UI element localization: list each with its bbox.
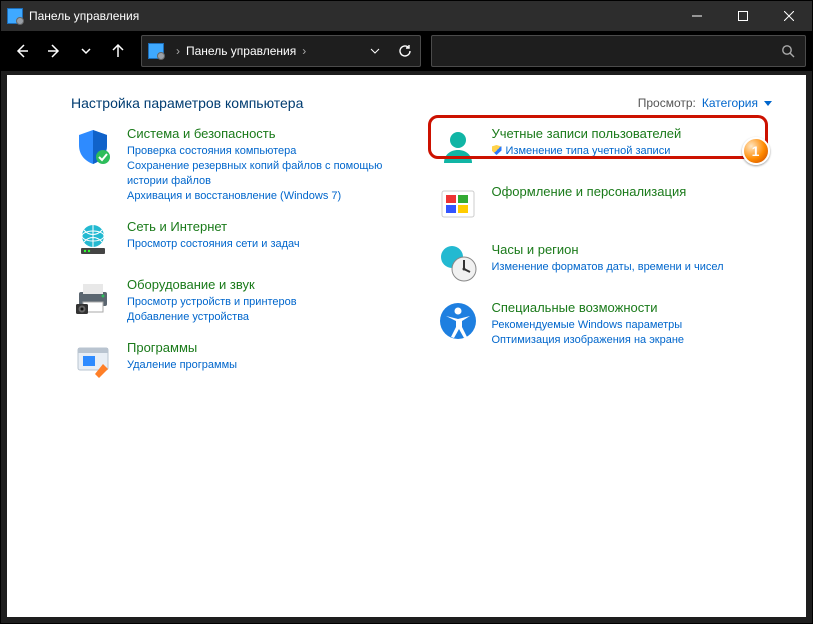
content-area: Настройка параметров компьютера Просмотр… [7,75,806,617]
back-button[interactable] [7,36,37,66]
clock-icon [436,241,480,285]
category-ease: Специальные возможности Рекомендуемые Wi… [436,299,777,348]
close-button[interactable] [766,1,812,31]
category-network: Сеть и Интернет Просмотр состояния сети … [71,218,412,262]
category-clock: Часы и регион Изменение форматов даты, в… [436,241,777,285]
category-link[interactable]: Изменение форматов даты, времени и чисел [492,260,777,275]
category-link[interactable]: Рекомендуемые Windows параметры [492,318,777,333]
category-title[interactable]: Система и безопасность [127,125,412,143]
accessibility-icon [436,299,480,343]
category-title[interactable]: Оформление и персонализация [492,183,777,201]
up-button[interactable] [103,36,133,66]
breadcrumb[interactable]: › Панель управления › [170,44,360,58]
printer-icon [71,276,115,320]
title-bar: Панель управления [1,1,812,31]
view-label: Просмотр: [638,96,696,110]
category-users: Учетные записи пользователей Изменение т… [436,125,777,169]
programs-icon [71,339,115,383]
category-link[interactable]: Оптимизация изображения на экране [492,333,777,348]
category-link[interactable]: Просмотр устройств и принтеров [127,295,412,310]
address-dropdown-button[interactable] [360,36,390,66]
shield-icon [71,125,115,169]
annotation-badge: 1 [742,137,770,165]
view-value: Категория [702,96,758,110]
category-link[interactable]: Удаление программы [127,358,412,373]
search-icon [781,44,795,58]
network-icon [71,218,115,262]
category-link[interactable]: Добавление устройства [127,310,412,325]
user-icon [436,125,480,169]
search-input[interactable] [431,35,806,67]
forward-button[interactable] [39,36,69,66]
page-title: Настройка параметров компьютера [71,95,638,111]
category-link[interactable]: Просмотр состояния сети и задач [127,237,412,252]
breadcrumb-root[interactable]: Панель управления [186,44,296,58]
category-title[interactable]: Программы [127,339,412,357]
category-hardware: Оборудование и звук Просмотр устройств и… [71,276,412,325]
view-dropdown[interactable]: Категория [702,96,772,110]
appearance-icon [436,183,480,227]
category-link[interactable]: Архивация и восстановление (Windows 7) [127,189,412,204]
category-appearance: Оформление и персонализация [436,183,777,227]
maximize-button[interactable] [720,1,766,31]
window-title: Панель управления [29,9,674,23]
category-link[interactable]: Изменение типа учетной записи [492,144,777,159]
category-programs: Программы Удаление программы [71,339,412,383]
recent-locations-button[interactable] [71,36,101,66]
category-title[interactable]: Оборудование и звук [127,276,412,294]
category-system: Система и безопасность Проверка состояни… [71,125,412,204]
app-icon [1,8,29,24]
refresh-button[interactable] [390,36,420,66]
category-link[interactable]: Проверка состояния компьютера [127,144,412,159]
address-icon [142,43,170,59]
navigation-bar: › Панель управления › [1,31,812,71]
address-bar[interactable]: › Панель управления › [141,35,421,67]
category-title[interactable]: Специальные возможности [492,299,777,317]
category-title[interactable]: Часы и регион [492,241,777,259]
category-title[interactable]: Учетные записи пользователей [492,125,777,143]
category-title[interactable]: Сеть и Интернет [127,218,412,236]
chevron-right-icon: › [176,44,180,58]
chevron-down-icon [764,101,772,106]
category-link[interactable]: Сохранение резервных копий файлов с помо… [127,159,412,189]
minimize-button[interactable] [674,1,720,31]
chevron-right-icon: › [302,44,306,58]
